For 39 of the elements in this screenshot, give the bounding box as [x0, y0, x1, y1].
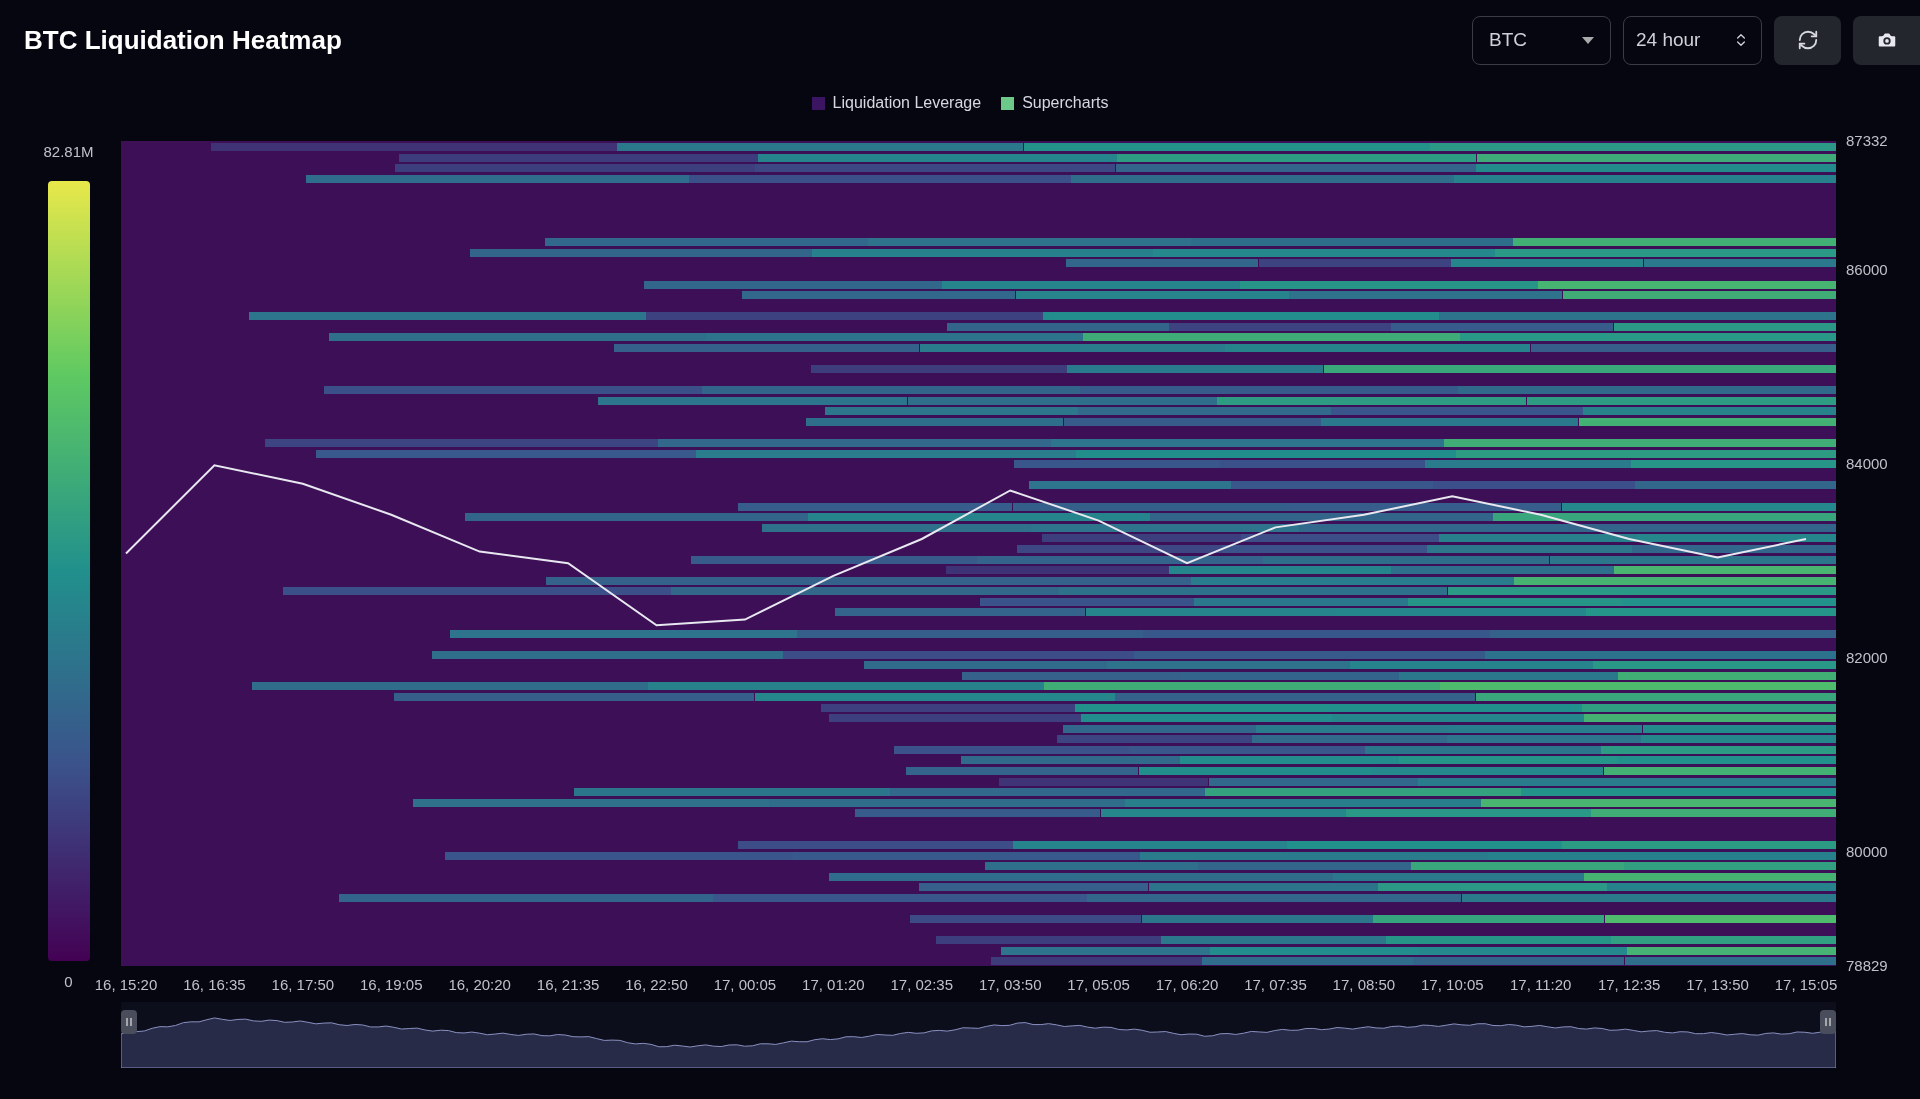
- legend-label[interactable]: Liquidation Leverage: [832, 91, 982, 115]
- scale-max-label: 82.81M: [42, 142, 94, 162]
- y-axis-label: 84000: [1846, 454, 1888, 475]
- scale-min-label: 0: [63, 972, 73, 992]
- x-axis-label: 17, 01:20: [802, 975, 865, 995]
- y-axis-label: 82000: [1846, 648, 1888, 669]
- y-axis-label: 86000: [1846, 260, 1888, 280]
- x-axis-label: 17, 00:05: [713, 975, 777, 995]
- x-axis-label: 17, 15:05: [1774, 975, 1838, 995]
- x-axis-label: 16, 16:35: [183, 975, 246, 995]
- refresh-icon: [1796, 29, 1819, 51]
- x-axis-label: 16, 22:50: [625, 975, 688, 995]
- range-handle-icon[interactable]: [1820, 1010, 1836, 1034]
- x-axis-label: 17, 12:35: [1597, 975, 1661, 995]
- x-axis-label: 16, 19:05: [359, 975, 423, 995]
- x-axis-label: 17, 07:35: [1244, 975, 1307, 995]
- coin-select[interactable]: BTC: [1472, 15, 1611, 65]
- x-axis-label: 17, 06:20: [1155, 975, 1219, 995]
- screenshot-button[interactable]: [1853, 15, 1920, 65]
- page-title: BTC Liquidation Heatmap: [24, 23, 342, 57]
- y-axis-label: 78829: [1846, 955, 1888, 976]
- x-axis-label: 17, 02:35: [890, 975, 954, 995]
- x-axis-label: 17, 10:05: [1421, 975, 1484, 995]
- x-axis-label: 17, 03:50: [978, 975, 1042, 995]
- range-handle-icon[interactable]: [121, 1010, 137, 1034]
- x-axis-label: 16, 15:20: [94, 975, 158, 995]
- caret-down-icon: [1582, 36, 1594, 44]
- refresh-button[interactable]: [1774, 15, 1841, 65]
- legend-label[interactable]: Supercharts: [1022, 91, 1109, 115]
- time-range-select[interactable]: 24 hour: [1623, 15, 1762, 65]
- x-axis-label: 17, 13:50: [1686, 975, 1749, 995]
- y-axis-label: 80000: [1846, 842, 1888, 863]
- x-axis-label: 17, 08:50: [1332, 975, 1396, 995]
- x-axis-label: 17, 11:20: [1510, 975, 1572, 995]
- y-axis-label: 87332: [1846, 130, 1888, 151]
- x-axis-label: 16, 20:20: [448, 975, 511, 995]
- x-axis-label: 17, 05:05: [1067, 975, 1130, 995]
- x-axis-label: 16, 17:50: [271, 975, 335, 995]
- x-axis-label: 16, 21:35: [536, 975, 600, 995]
